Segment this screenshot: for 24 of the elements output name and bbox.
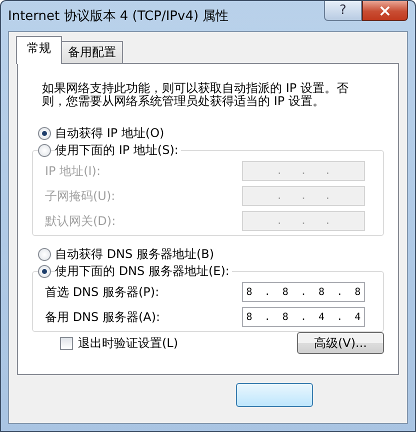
radio-button[interactable]: [38, 248, 51, 261]
ip-address-field[interactable]: 8 . 8 . 8 . 8: [242, 282, 365, 302]
field-label: 备用 DNS 服务器(A):: [45, 308, 160, 326]
help-button[interactable]: ?: [324, 1, 362, 21]
radio-label[interactable]: 自动获得 DNS 服务器地址(B): [55, 246, 214, 263]
tab[interactable]: 常规: [16, 36, 62, 64]
description-text: 如果网络支持此功能，则可以获取自动指派的 IP 设置。否则，您需要从网络系统管理员处获得适当的 IP 设置。: [42, 82, 350, 108]
field-label: 首选 DNS 服务器(P):: [45, 284, 160, 300]
radio-button[interactable]: [38, 144, 51, 158]
radio-label[interactable]: 使用下面的 DNS 服务器地址(E):: [55, 263, 232, 280]
radio-button[interactable]: [38, 127, 51, 140]
field-label: 子网掩码(U):: [45, 188, 116, 205]
field-label: 默认网关(D):: [45, 212, 116, 230]
radio-button[interactable]: [38, 265, 51, 278]
window-title: Internet 协议版本 4 (TCP/IPv4) 属性: [8, 8, 230, 25]
dialog-button[interactable]: [236, 383, 313, 407]
tab[interactable]: 备用配置: [61, 41, 123, 63]
ip-address-field[interactable]: 8 . 8 . 4 . 4: [242, 307, 365, 327]
advanced-button[interactable]: 高级(V)...: [297, 332, 384, 354]
radio-label[interactable]: 自动获得 IP 地址(O): [55, 125, 164, 142]
close-button[interactable]: ×: [362, 1, 408, 21]
field-label: IP 地址(I):: [45, 162, 101, 180]
checkbox[interactable]: [60, 336, 73, 350]
checkbox-label[interactable]: 退出时验证设置(L): [78, 334, 178, 352]
